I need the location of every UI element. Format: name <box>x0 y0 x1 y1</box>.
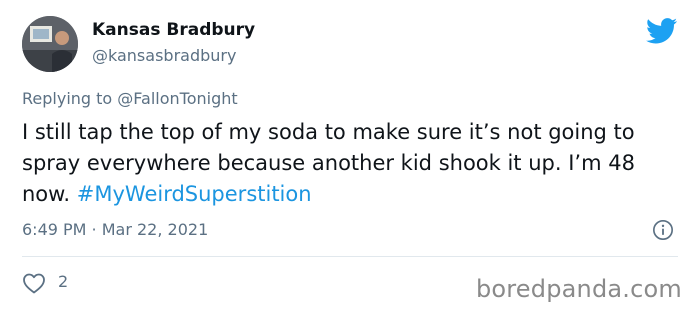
divider <box>22 256 678 257</box>
avatar[interactable] <box>22 16 78 72</box>
reply-mention-link[interactable]: @FallonTonight <box>117 89 237 108</box>
hashtag-link[interactable]: #MyWeirdSuperstition <box>77 182 312 206</box>
heart-icon[interactable] <box>22 272 46 294</box>
reply-context: Replying to @FallonTonight <box>22 89 238 108</box>
like-count: 2 <box>58 272 69 291</box>
tweet-timestamp[interactable]: 6:49 PM · Mar 22, 2021 <box>22 220 208 239</box>
author-name[interactable]: Kansas Bradbury <box>92 20 255 40</box>
twitter-bird-icon[interactable] <box>646 18 678 44</box>
tweet-text: I still tap the top of my soda to make s… <box>22 117 682 210</box>
avatar-photo <box>22 16 78 72</box>
watermark: boredpanda.com <box>475 275 682 303</box>
info-icon[interactable] <box>652 219 674 241</box>
reply-prefix: Replying to <box>22 89 118 108</box>
author-handle[interactable]: @kansasbradbury <box>92 46 236 65</box>
